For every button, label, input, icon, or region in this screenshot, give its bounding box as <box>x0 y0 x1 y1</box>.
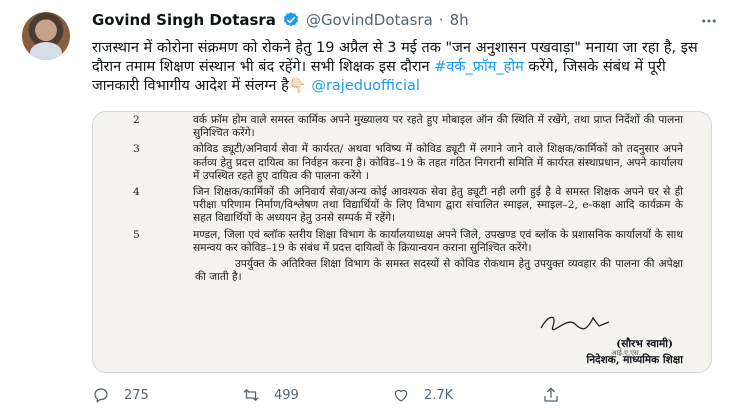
item-number: 4 <box>133 186 140 199</box>
like-count: 2.7K <box>424 387 454 403</box>
item-text: कोविड ड्यूटी/अनिवार्य सेवा में कार्यरत/ … <box>193 143 683 182</box>
reply-icon <box>94 388 108 403</box>
document-item: 4 जिन शिक्षक/कार्मिकों की अनिवार्य सेवा/… <box>131 186 683 226</box>
item-number: 3 <box>133 143 140 156</box>
closing-text: उपर्युक्त के अतिरिक्त शिक्षा विभाग के सम… <box>195 258 683 284</box>
avatar[interactable] <box>22 12 70 60</box>
like-button[interactable]: 2.7K <box>392 386 542 404</box>
retweet-icon <box>243 389 259 401</box>
signature-graphic <box>540 316 610 331</box>
document-item: 3 कोविड ड्यूटी/अनिवार्य सेवा में कार्यरत… <box>131 143 683 183</box>
like-icon <box>394 389 408 402</box>
reply-count: 275 <box>124 387 149 403</box>
signatory-name: (सौरभ स्वामी) <box>616 338 673 350</box>
document-item: 5 मण्डल, जिला एवं ब्लॉक स्तरीय शिक्षा वि… <box>131 229 683 255</box>
tweet-header: Govind Singh Dotasra @GovindDotasra · 8h <box>92 11 469 29</box>
share-icon <box>544 387 558 402</box>
retweet-button[interactable]: 499 <box>242 386 392 404</box>
share-button[interactable] <box>542 386 602 404</box>
item-text: मण्डल, जिला एवं ब्लॉक स्तरीय शिक्षा विभा… <box>193 228 683 254</box>
item-text: जिन शिक्षक/कार्मिकों की अनिवार्य सेवा/अन… <box>193 186 683 225</box>
reply-button[interactable]: 275 <box>92 386 242 404</box>
verified-badge-icon <box>283 12 299 27</box>
hashtag-link[interactable]: #वर्क_फ्रॉम_होम <box>434 59 524 75</box>
document-item: 2 वर्क फ्रॉम होम वाले समस्त कार्मिक अपने… <box>131 114 683 140</box>
tweet-actions: 275 499 2.7K <box>92 386 692 404</box>
document-closing: उपर्युक्त के अतिरिक्त शिक्षा विभाग के सम… <box>131 258 683 284</box>
item-number: 2 <box>133 114 140 126</box>
attached-document-image[interactable]: 2 वर्क फ्रॉम होम वाले समस्त कार्मिक अपने… <box>92 111 712 373</box>
tweet-timestamp[interactable]: 8h <box>450 11 469 29</box>
separator-dot: · <box>438 11 444 29</box>
signatory-title: निदेशक, माध्यमिक शिक्षा <box>586 354 684 366</box>
tweet-text: राजस्थान में कोरोना संक्रमण को रोकने हेत… <box>92 39 702 96</box>
item-number: 5 <box>133 228 140 241</box>
retweet-count: 499 <box>274 387 299 403</box>
tweet-card[interactable]: Govind Singh Dotasra @GovindDotasra · 8h… <box>0 0 730 420</box>
mention-link[interactable]: @rajeduofficial <box>311 78 420 94</box>
author-name[interactable]: Govind Singh Dotasra <box>92 11 276 29</box>
item-text: वर्क फ्रॉम होम वाले समस्त कार्मिक अपने म… <box>193 114 683 140</box>
author-handle[interactable]: @GovindDotasra <box>306 11 433 29</box>
more-icon[interactable] <box>700 12 718 35</box>
